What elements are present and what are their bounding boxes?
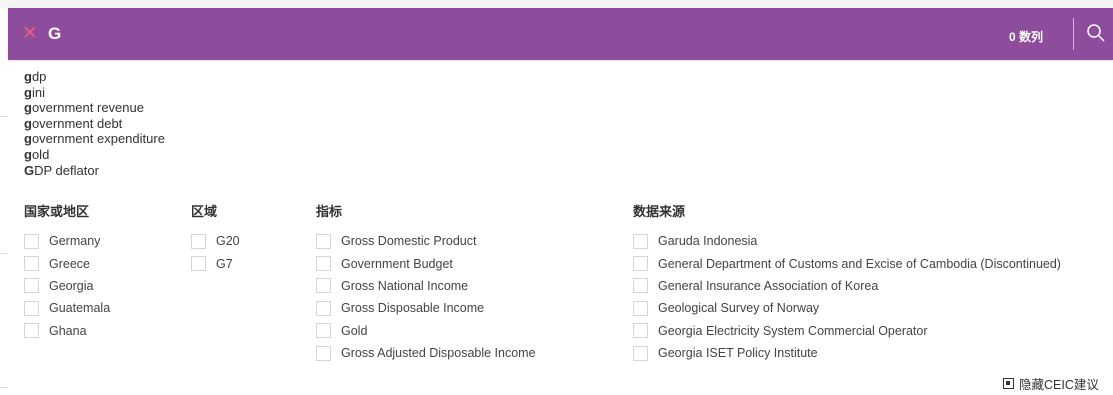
- source-option[interactable]: Georgia ISET Policy Institute: [633, 342, 1061, 364]
- sources-column: 数据来源 Garuda Indonesia General Department…: [633, 204, 1061, 361]
- checkbox[interactable]: [316, 300, 331, 316]
- suggestion-item[interactable]: gdp: [24, 69, 165, 85]
- suggestion-item[interactable]: gold: [24, 147, 165, 163]
- suggestion-item[interactable]: gini: [24, 85, 165, 101]
- search-bar: ✕ 0 数列: [8, 8, 1113, 60]
- suggestion-item[interactable]: government revenue: [24, 100, 165, 116]
- search-icon[interactable]: [1086, 23, 1106, 43]
- checkbox[interactable]: [191, 233, 206, 249]
- left-edge-divider: [0, 116, 8, 117]
- indicator-option[interactable]: Gold: [316, 320, 536, 342]
- search-divider: [1073, 18, 1074, 50]
- checkbox[interactable]: [24, 278, 39, 294]
- indicator-option[interactable]: Gross Disposable Income: [316, 297, 536, 319]
- countries-list: Germany Greece Georgia Guatemala Ghana: [24, 230, 110, 342]
- checkbox[interactable]: [316, 256, 331, 272]
- regions-column: 区域 G20 G7: [191, 204, 240, 272]
- country-option[interactable]: Georgia: [24, 275, 110, 297]
- indicator-option[interactable]: Gross Domestic Product: [316, 230, 536, 252]
- checkbox[interactable]: [633, 233, 648, 249]
- source-option[interactable]: General Insurance Association of Korea: [633, 275, 1061, 297]
- countries-heading: 国家或地区: [24, 205, 90, 220]
- suggestion-item[interactable]: government expenditure: [24, 131, 165, 147]
- indicators-heading: 指标: [316, 205, 343, 220]
- region-option[interactable]: G7: [191, 252, 240, 274]
- source-option[interactable]: Garuda Indonesia: [633, 230, 1061, 252]
- checkbox[interactable]: [316, 323, 331, 339]
- checkbox[interactable]: [633, 323, 648, 339]
- checkbox[interactable]: [633, 300, 648, 316]
- country-option[interactable]: Greece: [24, 252, 110, 274]
- source-option[interactable]: General Department of Customs and Excise…: [633, 252, 1061, 274]
- hide-ceic-suggestions-button[interactable]: 隐藏CEIC建议: [1003, 374, 1099, 393]
- suggestion-list: gdp gini government revenue government d…: [24, 69, 165, 178]
- hide-ceic-suggestions-label: 隐藏CEIC建议: [1019, 378, 1099, 392]
- indicator-option[interactable]: Gross Adjusted Disposable Income: [316, 342, 536, 364]
- checkbox[interactable]: [316, 278, 331, 294]
- checkbox[interactable]: [24, 300, 39, 316]
- indicators-list: Gross Domestic Product Government Budget…: [316, 230, 536, 364]
- checkbox[interactable]: [633, 345, 648, 361]
- checkbox[interactable]: [24, 256, 39, 272]
- indicator-option[interactable]: Government Budget: [316, 252, 536, 274]
- source-option[interactable]: Geological Survey of Norway: [633, 297, 1061, 319]
- country-option[interactable]: Germany: [24, 230, 110, 252]
- source-option[interactable]: Georgia Electricity System Commercial Op…: [633, 320, 1061, 342]
- countries-column: 国家或地区 Germany Greece Georgia Guatemala G…: [24, 204, 110, 339]
- checkbox[interactable]: [24, 323, 39, 339]
- country-option[interactable]: Guatemala: [24, 297, 110, 319]
- regions-list: G20 G7: [191, 230, 240, 275]
- checkbox[interactable]: [191, 256, 206, 272]
- sources-list: Garuda Indonesia General Department of C…: [633, 230, 1061, 364]
- region-option[interactable]: G20: [191, 230, 240, 252]
- sources-heading: 数据来源: [633, 205, 686, 220]
- indicators-column: 指标 Gross Domestic Product Government Bud…: [316, 204, 536, 361]
- square-icon: [1003, 378, 1014, 389]
- country-option[interactable]: Ghana: [24, 320, 110, 342]
- checkbox[interactable]: [24, 233, 39, 249]
- left-edge-divider: [0, 387, 8, 388]
- checkbox[interactable]: [316, 345, 331, 361]
- suggestion-item[interactable]: GDP deflator: [24, 163, 165, 179]
- left-edge-divider: [0, 253, 8, 254]
- top-strip: [0, 0, 1113, 8]
- close-icon[interactable]: ✕: [22, 22, 38, 46]
- search-input[interactable]: [48, 24, 648, 44]
- regions-heading: 区域: [191, 205, 218, 220]
- suggestion-item[interactable]: government debt: [24, 116, 165, 132]
- checkbox[interactable]: [633, 278, 648, 294]
- series-count: 0 数列: [1009, 30, 1044, 44]
- indicator-option[interactable]: Gross National Income: [316, 275, 536, 297]
- checkbox[interactable]: [633, 256, 648, 272]
- checkbox[interactable]: [316, 233, 331, 249]
